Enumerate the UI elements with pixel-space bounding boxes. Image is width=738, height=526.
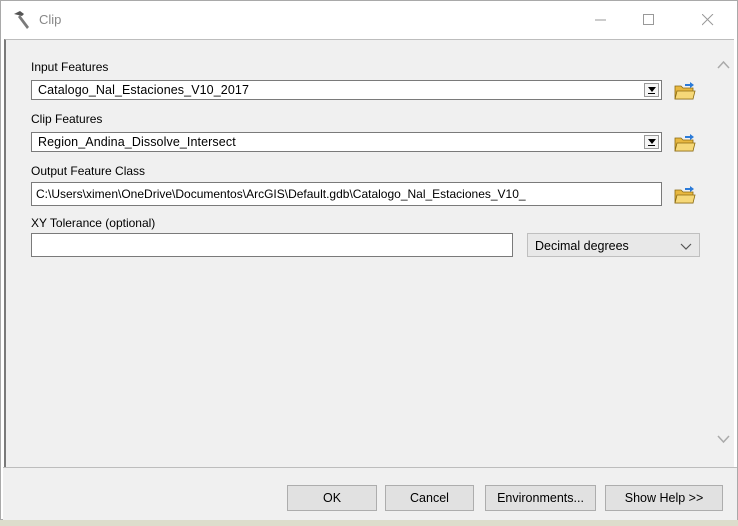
show-help-button[interactable]: Show Help >> (605, 485, 723, 511)
vertical-scrollbar[interactable] (713, 40, 734, 467)
output-feature-class-value: C:\Users\ximen\OneDrive\Documentos\ArcGI… (36, 187, 526, 201)
minimize-button[interactable] (578, 1, 624, 39)
input-features-combo[interactable]: Catalogo_Nal_Estaciones_V10_2017 (31, 80, 662, 100)
close-button[interactable] (685, 1, 731, 39)
hammer-icon (14, 11, 29, 29)
xy-tolerance-label: XY Tolerance (optional) (31, 216, 156, 230)
input-features-value: Catalogo_Nal_Estaciones_V10_2017 (38, 83, 249, 97)
scroll-down-icon[interactable] (716, 434, 731, 444)
close-icon (702, 14, 714, 26)
maximize-button[interactable] (626, 1, 672, 39)
dropdown-arrow-icon (647, 138, 656, 144)
environments-button[interactable]: Environments... (485, 485, 596, 511)
title-bar[interactable]: Clip (1, 1, 737, 39)
ok-button[interactable]: OK (287, 485, 377, 511)
clip-features-combo[interactable]: Region_Andina_Dissolve_Intersect (31, 132, 662, 152)
clip-features-label: Clip Features (31, 112, 103, 126)
clip-dialog: Clip Input Features Catalogo_Nal_Estacio… (0, 0, 738, 520)
parameters-panel: Input Features Catalogo_Nal_Estaciones_V… (4, 39, 734, 467)
output-feature-class-label: Output Feature Class (31, 164, 146, 178)
xy-tolerance-input[interactable] (31, 233, 513, 257)
maximize-icon (643, 14, 654, 25)
clip-features-browse-button[interactable] (673, 132, 697, 154)
dialog-footer: OK Cancel Environments... Show Help >> (3, 467, 737, 520)
output-feature-class-browse-button[interactable] (673, 184, 697, 206)
input-features-browse-button[interactable] (673, 80, 697, 102)
input-features-dropdown-button[interactable] (644, 83, 659, 97)
window-title: Clip (39, 12, 62, 27)
dropdown-arrow-icon (647, 86, 656, 92)
background-window-strip (0, 520, 738, 526)
clip-features-dropdown-button[interactable] (644, 135, 659, 149)
input-features-label: Input Features (31, 60, 109, 74)
minimize-icon (595, 19, 606, 21)
xy-tolerance-unit-value: Decimal degrees (535, 239, 629, 253)
xy-tolerance-unit-select[interactable]: Decimal degrees (527, 233, 700, 257)
output-feature-class-input[interactable]: C:\Users\ximen\OneDrive\Documentos\ArcGI… (31, 182, 662, 206)
clip-features-value: Region_Andina_Dissolve_Intersect (38, 135, 236, 149)
scroll-up-icon[interactable] (716, 60, 731, 70)
cancel-button[interactable]: Cancel (385, 485, 474, 511)
chevron-down-icon (680, 243, 692, 250)
